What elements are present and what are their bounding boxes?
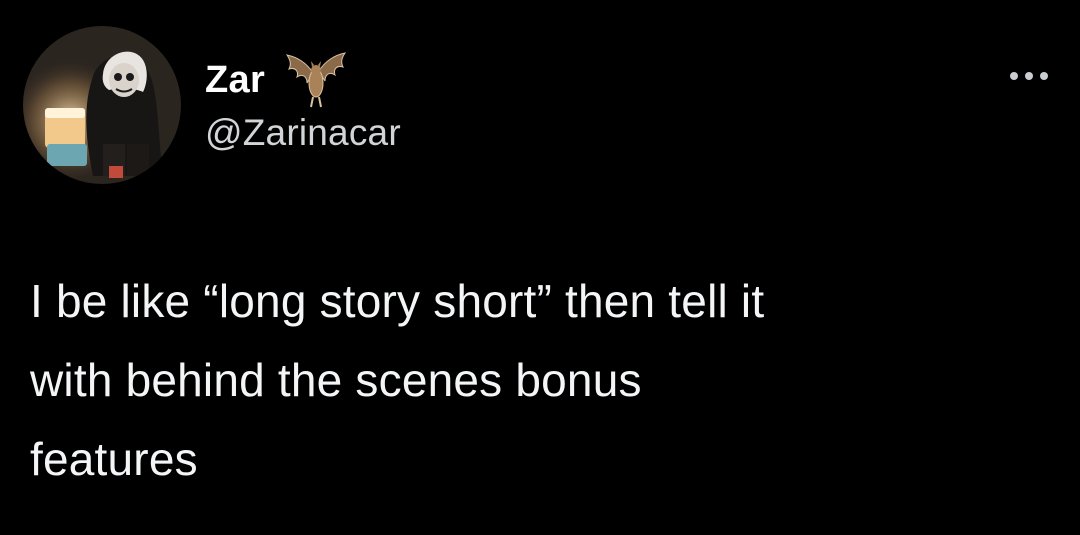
author-handle[interactable]: @Zarinacar: [205, 112, 401, 154]
tweet-text-line: with behind the scenes bonus: [30, 354, 642, 406]
author-display-name[interactable]: Zar: [205, 59, 265, 102]
tweet-card: Zar @Zarinacar I be like “long story sho…: [0, 0, 1080, 535]
more-options-icon: [1010, 72, 1048, 80]
tweet-text-line: features: [30, 433, 198, 485]
more-options-button[interactable]: [1000, 62, 1058, 90]
tweet-text: I be like “long story short” then tell i…: [30, 262, 1060, 499]
tweet-text-line: I be like “long story short” then tell i…: [30, 275, 765, 327]
author-avatar[interactable]: [23, 26, 181, 184]
profile-photo-icon: [23, 26, 181, 184]
bat-icon: [283, 51, 347, 109]
author-name-row[interactable]: Zar: [205, 50, 347, 110]
